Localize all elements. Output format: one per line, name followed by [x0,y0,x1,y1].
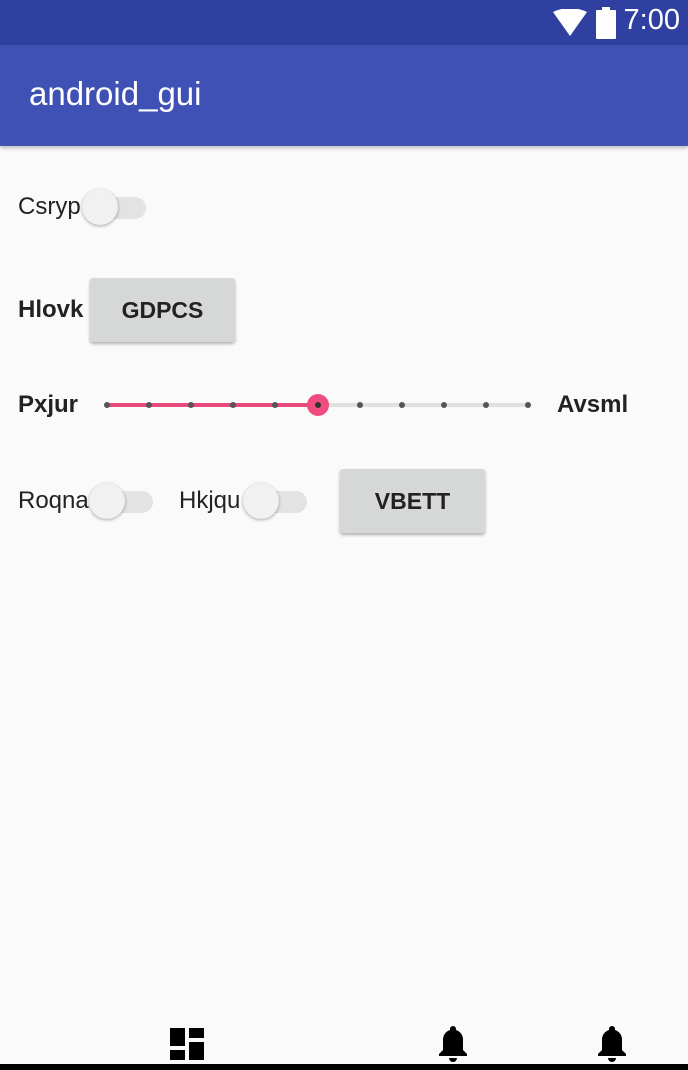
notifications-icon[interactable] [438,1026,468,1062]
switch-roqna[interactable] [89,481,155,521]
switch-csryp[interactable] [82,187,148,227]
seek-bar-tick [482,402,489,408]
seek-bar-thumb[interactable] [306,394,329,416]
switch-label-csryp: Csryp [18,193,81,220]
battery-icon [596,7,616,39]
wifi-icon [553,9,587,36]
status-bar: 7:00 [0,0,688,45]
switch-label-hkjqu: Hkjqu [179,487,241,514]
vbett-button[interactable]: VBETT [340,469,485,533]
slider-right-label: Avsml [557,391,629,418]
seek-bar-tick [188,402,195,408]
seek-bar-tick [104,402,110,408]
slider-left-label: Pxjur [18,391,79,418]
bottom-edge [0,1064,688,1070]
seek-bar-tick [398,402,405,408]
status-time: 7:00 [623,4,680,36]
seek-bar-tick [146,402,153,408]
switch-label-roqna: Roqna [18,487,89,514]
gdpcs-button[interactable]: GDPCS [90,278,235,342]
app-title: android_gui [29,75,202,112]
seek-bar-tick [356,402,363,408]
dashboard-icon[interactable] [170,1028,204,1060]
seek-bar-tick [272,402,279,408]
label-hlovk: Hlovk [18,296,84,323]
notifications-icon[interactable] [597,1026,627,1062]
switch-thumb [82,189,118,225]
seek-bar-tick [525,402,531,408]
seek-bar-progress [107,403,318,407]
seek-bar-tick [440,402,447,408]
switch-hkjqu[interactable] [243,481,309,521]
app-bar: android_gui [0,45,688,146]
seek-bar-tick [230,402,237,408]
switch-thumb [243,483,279,519]
seek-bar[interactable] [100,388,536,422]
switch-thumb [89,483,125,519]
seek-bar-thumb-center [314,402,321,408]
